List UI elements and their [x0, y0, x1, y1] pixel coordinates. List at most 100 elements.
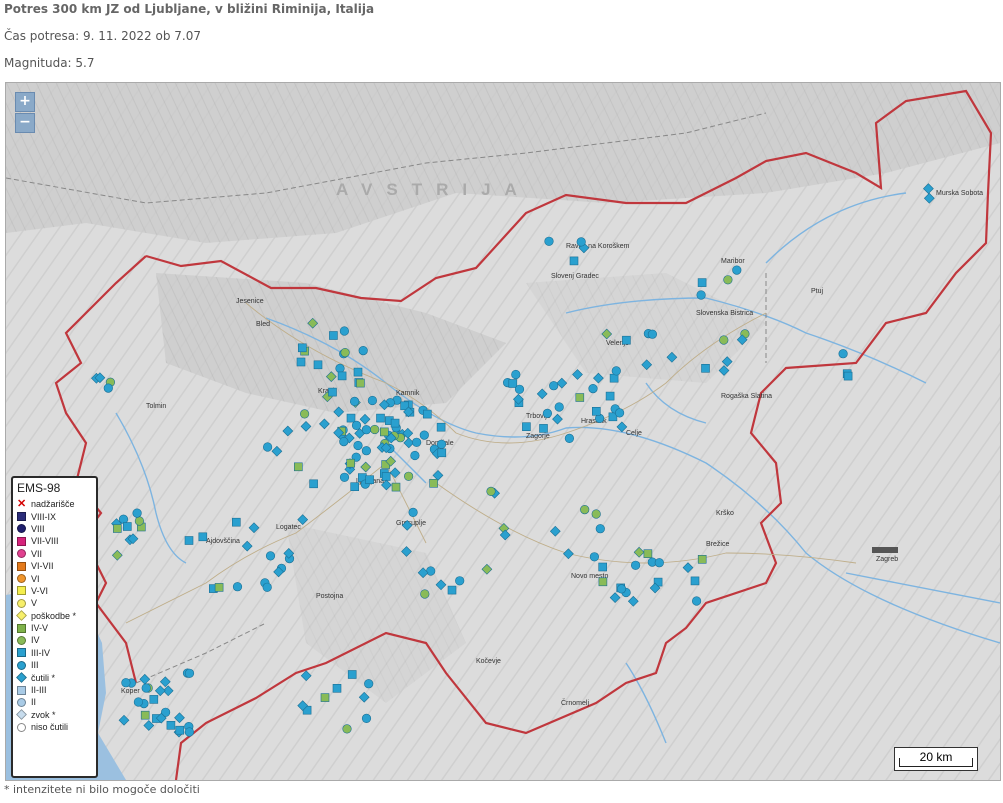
intensity-square-marker[interactable] [690, 576, 700, 586]
intensity-circle-marker[interactable] [353, 440, 363, 451]
intensity-square-marker[interactable] [347, 670, 357, 679]
intensity-square-marker[interactable] [184, 536, 194, 545]
intensity-circle-marker[interactable] [232, 582, 243, 592]
intensity-circle-marker[interactable] [300, 409, 310, 419]
intensity-circle-marker[interactable] [141, 683, 151, 693]
intensity-circle-marker[interactable] [549, 381, 559, 391]
intensity-square-marker[interactable] [356, 378, 365, 388]
intensity-square-marker[interactable] [123, 522, 132, 531]
intensity-circle-marker[interactable] [542, 408, 553, 419]
intensity-circle-marker[interactable] [580, 505, 590, 515]
intensity-circle-marker[interactable] [564, 433, 575, 444]
intensity-circle-marker[interactable] [184, 727, 194, 737]
intensity-square-marker[interactable] [175, 725, 185, 735]
intensity-circle-marker[interactable] [591, 509, 601, 519]
intensity-square-marker[interactable] [353, 367, 363, 377]
map-canvas[interactable]: JeseniceBledTolminKranjKamnikDomžaleLjub… [6, 83, 1000, 780]
intensity-circle-marker[interactable] [588, 384, 598, 394]
intensity-square-marker[interactable] [332, 683, 342, 693]
intensity-circle-marker[interactable] [554, 402, 564, 412]
intensity-circle-marker[interactable] [134, 516, 144, 526]
intensity-circle-marker[interactable] [339, 326, 350, 336]
zoom-in-button[interactable]: + [15, 92, 35, 112]
intensity-circle-marker[interactable] [611, 366, 621, 376]
intensity-circle-marker[interactable] [732, 265, 742, 275]
intensity-circle-marker[interactable] [630, 560, 641, 570]
intensity-circle-marker[interactable] [589, 552, 600, 562]
zoom-out-button[interactable]: − [15, 113, 35, 133]
intensity-square-marker[interactable] [297, 343, 307, 353]
intensity-circle-marker[interactable] [361, 446, 372, 456]
intensity-square-marker[interactable] [391, 482, 401, 492]
intensity-square-marker[interactable] [622, 335, 631, 345]
intensity-square-marker[interactable] [422, 409, 432, 419]
intensity-circle-marker[interactable] [654, 558, 664, 568]
intensity-circle-marker[interactable] [335, 363, 345, 374]
intensity-circle-marker[interactable] [350, 396, 360, 407]
intensity-circle-marker[interactable] [358, 346, 368, 356]
intensity-circle-marker[interactable] [647, 329, 658, 339]
intensity-circle-marker[interactable] [486, 486, 496, 497]
intensity-square-marker[interactable] [429, 478, 438, 488]
intensity-square-marker[interactable] [149, 695, 159, 704]
intensity-circle-marker[interactable] [419, 430, 429, 440]
intensity-circle-marker[interactable] [121, 678, 131, 688]
intensity-circle-marker[interactable] [361, 425, 372, 435]
intensity-square-marker[interactable] [365, 475, 374, 485]
intensity-square-marker[interactable] [381, 472, 391, 481]
intensity-square-marker[interactable] [390, 418, 400, 428]
intensity-square-marker[interactable] [350, 482, 360, 492]
intensity-square-marker[interactable] [337, 371, 347, 381]
intensity-square-marker[interactable] [598, 577, 608, 587]
intensity-square-marker[interactable] [166, 720, 176, 730]
intensity-square-marker[interactable] [140, 710, 150, 720]
intensity-square-marker[interactable] [598, 562, 608, 572]
intensity-circle-marker[interactable] [103, 383, 113, 393]
intensity-circle-marker[interactable] [184, 668, 195, 678]
intensity-circle-marker[interactable] [576, 237, 586, 247]
intensity-circle-marker[interactable] [262, 582, 272, 592]
intensity-square-marker[interactable] [605, 391, 615, 401]
intensity-square-marker[interactable] [697, 554, 707, 564]
intensity-circle-marker[interactable] [412, 437, 422, 447]
intensity-circle-marker[interactable] [696, 290, 706, 300]
intensity-circle-marker[interactable] [263, 442, 273, 452]
intensity-square-marker[interactable] [198, 532, 208, 542]
intensity-square-marker[interactable] [232, 517, 241, 527]
intensity-circle-marker[interactable] [342, 724, 352, 734]
intensity-circle-marker[interactable] [364, 679, 374, 689]
intensity-square-marker[interactable] [320, 693, 330, 702]
intensity-square-marker[interactable] [591, 406, 601, 416]
intensity-circle-marker[interactable] [404, 471, 414, 481]
intensity-square-marker[interactable] [113, 524, 122, 533]
intensity-circle-marker[interactable] [408, 507, 418, 518]
intensity-square-marker[interactable] [346, 458, 356, 468]
intensity-circle-marker[interactable] [132, 508, 142, 518]
intensity-circle-marker[interactable] [723, 275, 733, 285]
intensity-circle-marker[interactable] [133, 697, 143, 707]
intensity-square-marker[interactable] [575, 393, 585, 402]
intensity-square-marker[interactable] [522, 422, 531, 432]
intensity-circle-marker[interactable] [265, 551, 276, 561]
intensity-circle-marker[interactable] [351, 420, 362, 431]
intensity-circle-marker[interactable] [339, 472, 350, 482]
intensity-square-marker[interactable] [293, 462, 303, 472]
intensity-circle-marker[interactable] [426, 566, 436, 576]
intensity-square-marker[interactable] [697, 278, 707, 287]
intensity-circle-marker[interactable] [339, 437, 349, 447]
intensity-circle-marker[interactable] [691, 596, 702, 606]
intensity-square-marker[interactable] [346, 413, 356, 423]
intensity-circle-marker[interactable] [595, 524, 605, 534]
intensity-circle-marker[interactable] [511, 369, 521, 380]
intensity-circle-marker[interactable] [410, 450, 420, 461]
intensity-square-marker[interactable] [328, 387, 337, 397]
intensity-circle-marker[interactable] [544, 236, 554, 246]
intensity-circle-marker[interactable] [719, 335, 729, 345]
intensity-square-marker[interactable] [539, 424, 548, 433]
intensity-square-marker[interactable] [214, 583, 224, 592]
intensity-square-marker[interactable] [296, 357, 306, 367]
intensity-square-marker[interactable] [437, 448, 447, 458]
intensity-square-marker[interactable] [329, 331, 338, 340]
intensity-square-marker[interactable] [843, 371, 853, 381]
intensity-square-marker[interactable] [701, 363, 710, 373]
